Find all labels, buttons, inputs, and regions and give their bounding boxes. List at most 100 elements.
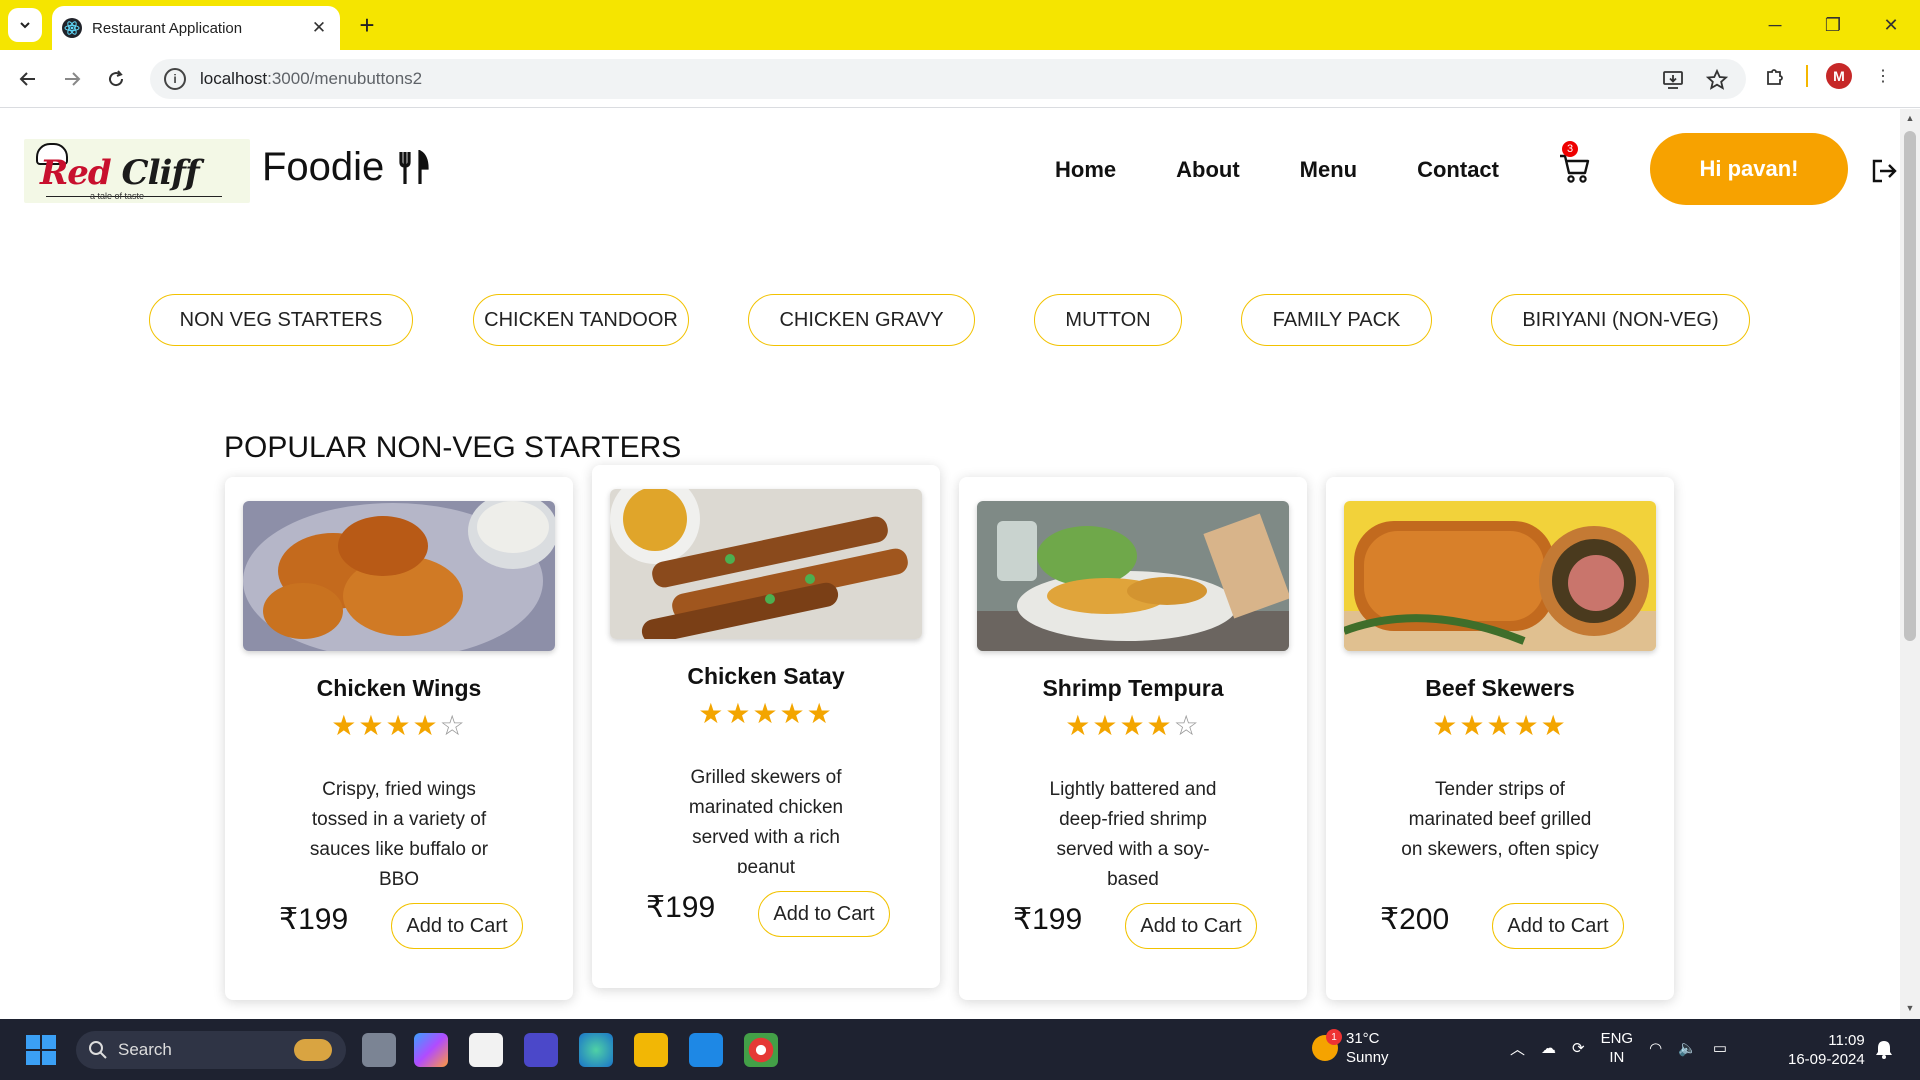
copilot-icon[interactable] xyxy=(414,1033,448,1067)
toolbar-divider xyxy=(1806,65,1808,87)
react-favicon-icon xyxy=(62,18,82,38)
beef-skewers-image xyxy=(1344,501,1656,651)
star-empty-icon: ☆ xyxy=(1173,710,1201,741)
search-icon xyxy=(89,1041,107,1059)
rating-stars: ★★★★★ xyxy=(592,697,940,730)
scroll-up-icon[interactable]: ▲ xyxy=(1904,113,1916,125)
star-filled-icon: ★ xyxy=(1146,710,1174,741)
chevron-up-icon[interactable]: ︿ xyxy=(1510,1038,1525,1059)
wifi-icon[interactable]: ◠ xyxy=(1649,1039,1662,1057)
star-empty-icon: ☆ xyxy=(439,710,467,741)
menu-card-chicken-wings: Chicken Wings ★★★★☆ Crispy, fried wings … xyxy=(225,477,573,1000)
scroll-thumb[interactable] xyxy=(1904,131,1916,641)
taskbar-search-label: Search xyxy=(118,1040,172,1059)
cloud-icon[interactable]: ☁ xyxy=(1541,1039,1556,1057)
shrimp-tempura-image xyxy=(977,501,1289,651)
menu-card-beef-skewers: Beef Skewers ★★★★★ Tender strips of mari… xyxy=(1326,477,1674,1000)
browser-tab-active[interactable]: Restaurant Application ✕ xyxy=(52,6,340,50)
system-tray: ︿ ☁ ⟳ ENG IN ◠ 🔈 ▭ xyxy=(1510,1029,1727,1067)
user-greeting-button[interactable]: Hi pavan! xyxy=(1650,133,1848,205)
item-description: Lightly battered and deep-fried shrimp s… xyxy=(1049,779,1217,885)
lang-top: ENG xyxy=(1600,1030,1634,1047)
store-icon[interactable] xyxy=(469,1033,503,1067)
site-logo[interactable]: Red Cliff a tale of taste xyxy=(24,139,250,203)
windows-start-icon[interactable] xyxy=(26,1035,56,1065)
chrome-icon[interactable] xyxy=(744,1033,778,1067)
profile-avatar[interactable]: M xyxy=(1826,63,1852,89)
category-family-pack[interactable]: FAMILY PACK xyxy=(1241,294,1432,346)
reload-button[interactable] xyxy=(100,63,132,95)
scroll-down-icon[interactable]: ▼ xyxy=(1904,1003,1916,1015)
window-controls: ─ ❐ ✕ xyxy=(1746,0,1920,50)
close-icon[interactable]: ✕ xyxy=(1862,0,1920,50)
address-url: localhost:3000/menubuttons2 xyxy=(200,69,422,89)
add-to-cart-button[interactable]: Add to Cart xyxy=(1125,903,1257,949)
browser-toolbar: i localhost:3000/menubuttons2 M ⋮ xyxy=(0,50,1920,108)
add-to-cart-button[interactable]: Add to Cart xyxy=(1492,903,1624,949)
battery-icon[interactable]: ▭ xyxy=(1713,1039,1727,1057)
item-name: Chicken Satay xyxy=(687,663,845,689)
category-biriyani-non-veg[interactable]: BIRIYANI (NON-VEG) xyxy=(1491,294,1750,346)
category-non-veg-starters[interactable]: NON VEG STARTERS xyxy=(149,294,413,346)
category-mutton[interactable]: MUTTON xyxy=(1034,294,1182,346)
new-tab-button[interactable]: + xyxy=(352,10,382,40)
item-price: ₹200 xyxy=(1380,903,1450,936)
nav-about[interactable]: About xyxy=(1176,157,1240,183)
search-highlight-icon xyxy=(294,1039,332,1061)
category-chicken-tandoor[interactable]: CHICKEN TANDOOR xyxy=(473,294,689,346)
star-filled-icon: ★ xyxy=(698,698,726,729)
nav-contact[interactable]: Contact xyxy=(1417,157,1499,183)
item-price: ₹199 xyxy=(646,891,716,924)
add-to-cart-button[interactable]: Add to Cart xyxy=(758,891,890,937)
language-indicator[interactable]: ENG IN xyxy=(1601,1029,1634,1067)
item-name: Beef Skewers xyxy=(1425,675,1575,701)
site-info-icon[interactable]: i xyxy=(164,68,186,90)
back-button[interactable] xyxy=(12,63,44,95)
notification-bell-icon[interactable] xyxy=(1874,1039,1894,1059)
brand-name: Foodie xyxy=(262,145,385,189)
task-view-icon[interactable] xyxy=(362,1033,396,1067)
tab-close-icon[interactable]: ✕ xyxy=(308,17,330,39)
logout-icon[interactable] xyxy=(1870,157,1898,185)
weather-badge: 1 xyxy=(1326,1029,1342,1045)
page-scrollbar[interactable]: ▲ ▼ xyxy=(1900,109,1920,1019)
weather-widget[interactable]: 1 31°C Sunny xyxy=(1312,1029,1389,1067)
weather-desc: Sunny xyxy=(1346,1049,1389,1066)
star-filled-icon: ★ xyxy=(1486,710,1514,741)
file-explorer-icon[interactable] xyxy=(634,1033,668,1067)
cart-icon[interactable] xyxy=(1558,151,1592,185)
extensions-puzzle-icon[interactable] xyxy=(1762,63,1788,89)
star-filled-icon: ★ xyxy=(1119,710,1147,741)
mathworks-icon[interactable] xyxy=(524,1033,558,1067)
bookmark-star-icon[interactable] xyxy=(1704,67,1730,93)
chicken-satay-image xyxy=(610,489,922,639)
edge-icon[interactable] xyxy=(579,1033,613,1067)
item-price: ₹199 xyxy=(1013,903,1083,936)
main-nav: Home About Menu Contact xyxy=(1055,157,1559,183)
rating-stars: ★★★★☆ xyxy=(225,709,573,742)
address-bar[interactable]: i localhost:3000/menubuttons2 xyxy=(150,59,1746,99)
url-path: :3000/menubuttons2 xyxy=(267,69,423,88)
taskbar-clock[interactable]: 11:09 16-09-2024 xyxy=(1788,1031,1865,1069)
taskbar-search[interactable]: Search xyxy=(76,1031,346,1069)
browser-tab-strip: Restaurant Application ✕ + ─ ❐ ✕ xyxy=(0,0,1920,50)
vscode-icon[interactable] xyxy=(689,1033,723,1067)
restore-icon[interactable]: ❐ xyxy=(1804,0,1862,50)
volume-icon[interactable]: 🔈 xyxy=(1678,1039,1697,1057)
clock-date: 16-09-2024 xyxy=(1788,1051,1865,1068)
tab-search-button[interactable] xyxy=(8,8,42,42)
install-app-icon[interactable] xyxy=(1660,67,1686,93)
menu-card-shrimp-tempura: Shrimp Tempura ★★★★☆ Lightly battered an… xyxy=(959,477,1307,1000)
more-menu-icon[interactable]: ⋮ xyxy=(1870,63,1896,89)
add-to-cart-button[interactable]: Add to Cart xyxy=(391,903,523,949)
category-chicken-gravy[interactable]: CHICKEN GRAVY xyxy=(748,294,975,346)
minimize-icon[interactable]: ─ xyxy=(1746,0,1804,50)
reload-icon xyxy=(109,70,124,87)
star-filled-icon: ★ xyxy=(1092,710,1120,741)
star-filled-icon: ★ xyxy=(358,710,386,741)
nav-menu[interactable]: Menu xyxy=(1300,157,1357,183)
forward-button[interactable] xyxy=(56,63,88,95)
nav-home[interactable]: Home xyxy=(1055,157,1116,183)
sync-icon[interactable]: ⟳ xyxy=(1572,1039,1585,1057)
star-filled-icon: ★ xyxy=(1513,710,1541,741)
